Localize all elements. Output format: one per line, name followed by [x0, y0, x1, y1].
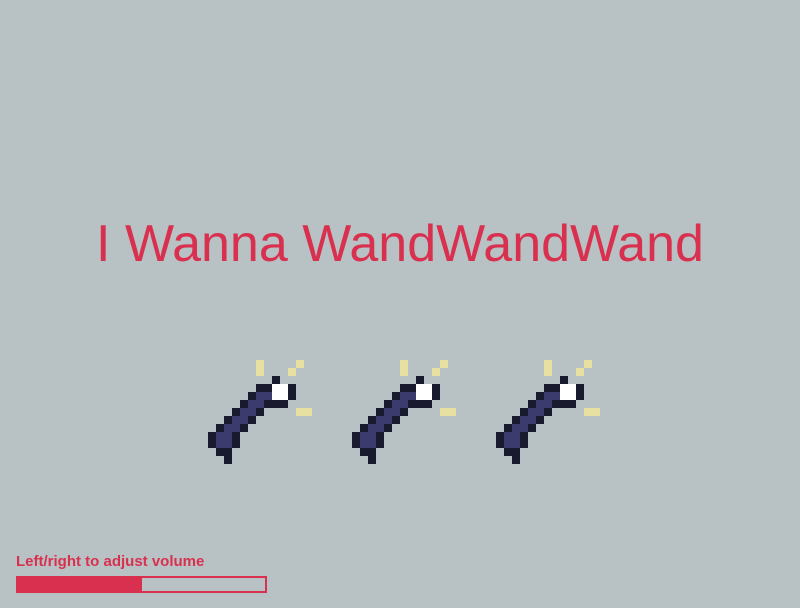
volume-slider[interactable] [16, 576, 267, 593]
wand-icon [208, 360, 312, 464]
game-title: I Wanna WandWandWand [96, 215, 704, 273]
volume-label: Left/right to adjust volume [16, 553, 205, 570]
wand-icon [352, 360, 456, 464]
wand-icon [496, 360, 600, 464]
volume-fill [18, 578, 142, 591]
